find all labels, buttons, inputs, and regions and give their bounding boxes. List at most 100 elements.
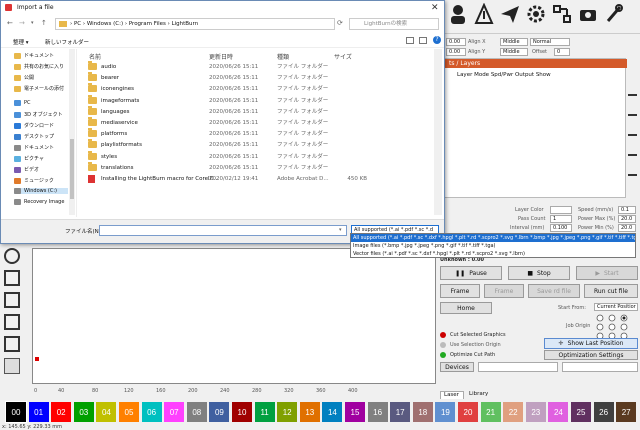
palette-swatch[interactable]: 22 (503, 402, 524, 422)
normal-select[interactable]: Normal (530, 38, 570, 46)
stop-button[interactable]: ■ Stop (508, 266, 570, 280)
start-from-select[interactable]: Current Positior (594, 303, 638, 311)
file-row[interactable]: imageformats 2020/06/26 15:11 ファイル フォルダー (88, 94, 346, 107)
align-bottom-icon[interactable] (628, 134, 637, 140)
nav-item[interactable]: ドキュメント (14, 52, 54, 59)
palette-swatch[interactable]: 26 (593, 402, 614, 422)
file-row[interactable]: iconengines 2020/06/26 15:11 ファイル フォルダー (88, 83, 346, 95)
file-type-option-vector[interactable]: Vector files (*.ai *.pdf *.sc *.dxf *.hp… (351, 250, 635, 257)
speed-field[interactable]: 0.1 (618, 206, 636, 214)
column-type[interactable]: 種類 (277, 52, 289, 61)
file-row[interactable]: mediaservice 2020/06/26 15:11 ファイル フォルダー (88, 117, 346, 129)
file-row[interactable]: platforms 2020/06/26 15:11 ファイル フォルダー (88, 128, 346, 140)
forward-icon[interactable]: → (19, 19, 25, 27)
palette-swatch[interactable]: 25 (571, 402, 591, 422)
nav-item[interactable]: 公開 (14, 74, 34, 81)
align-top-icon[interactable] (628, 94, 637, 100)
align-x-select[interactable]: Middle (500, 38, 528, 46)
file-row[interactable]: translations 2020/06/26 15:11 ファイル フォルダー (88, 161, 346, 174)
column-date[interactable]: 更新日時 (209, 52, 233, 61)
breadcrumb-drive[interactable]: Windows (C:) (87, 21, 123, 27)
filename-dropdown-icon[interactable]: ▾ (339, 227, 342, 233)
optimization-settings-button[interactable]: Optimization Settings (544, 350, 638, 360)
refresh-icon[interactable]: ⟳ (337, 19, 343, 27)
column-size[interactable]: サイズ (334, 52, 352, 61)
palette-swatch[interactable]: 06 (141, 402, 162, 422)
frame-button[interactable]: Frame (440, 284, 480, 298)
palette-swatch[interactable]: 21 (480, 402, 501, 422)
interval-field[interactable]: 0.100 (550, 224, 572, 232)
new-folder-button[interactable]: 新しいフォルダー (45, 38, 89, 46)
palette-swatch[interactable]: 05 (119, 402, 139, 422)
palette-swatch[interactable]: 11 (254, 402, 275, 422)
use-selection-origin-checkbox[interactable] (440, 342, 446, 348)
grid-tool-icon[interactable] (4, 358, 20, 374)
breadcrumb-lightburn[interactable]: LightBurn (172, 21, 199, 27)
nav-item[interactable]: Recovery Image (14, 199, 64, 205)
nav-item[interactable]: PC (14, 100, 31, 106)
preview-pane-icon[interactable] (419, 37, 427, 44)
nav-item[interactable]: 3D オブジェクト (14, 111, 63, 118)
file-row[interactable]: audio 2020/06/26 15:11 ファイル フォルダー (88, 61, 346, 73)
palette-swatch[interactable]: 02 (51, 402, 72, 422)
help-icon[interactable]: ? (433, 36, 441, 44)
nav-item[interactable]: 共有のお気に入り (14, 63, 64, 70)
stack-tool-icon[interactable] (4, 292, 20, 308)
nav-item[interactable]: ビデオ (14, 166, 39, 173)
palette-swatch[interactable]: 27 (616, 402, 637, 422)
nav-item[interactable]: 電子メールの添付 (14, 85, 64, 92)
show-last-position-button[interactable]: ✛ Show Last Position (544, 338, 638, 349)
workspace-canvas[interactable] (32, 248, 436, 384)
palette-swatch[interactable]: 04 (96, 402, 117, 422)
copy-tool-icon[interactable] (4, 270, 20, 286)
nav-scroll-thumb[interactable] (70, 139, 74, 199)
palette-swatch[interactable]: 14 (322, 402, 343, 422)
nav-item[interactable]: デスクトップ (14, 133, 54, 140)
palette-swatch[interactable]: 09 (209, 402, 230, 422)
nav-item[interactable]: ミュージック (14, 177, 54, 184)
palette-swatch[interactable]: 10 (232, 402, 252, 422)
up-icon[interactable]: ↑ (41, 19, 47, 27)
chevron-down-icon[interactable]: ▾ (31, 20, 34, 26)
breadcrumb-pc[interactable]: PC (74, 21, 81, 27)
start-button[interactable]: ▶ Start (576, 266, 638, 280)
file-row[interactable]: playlistformats 2020/06/26 15:11 ファイル フォルダ… (88, 139, 346, 151)
file-type-option-all[interactable]: All supported (*.ai *.pdf *.sc *.dxf *.h… (351, 234, 635, 242)
save-rd-button[interactable]: Save rd file (528, 284, 580, 298)
home-button[interactable]: Home (440, 302, 492, 314)
column-name[interactable]: 名前 (89, 52, 101, 61)
pass-count-field[interactable]: 1 (550, 215, 572, 223)
palette-swatch[interactable]: 23 (525, 402, 546, 422)
nodes-icon[interactable] (552, 3, 572, 25)
tab-library[interactable]: Library (466, 391, 490, 399)
filename-input[interactable] (99, 225, 347, 236)
laser-icon[interactable] (474, 3, 494, 25)
file-row[interactable]: Installing the LightBurn macro for Corel… (88, 174, 367, 185)
breadcrumb-program-files[interactable]: Program Files (129, 21, 166, 27)
value-field-1[interactable]: 0.00 (446, 38, 466, 46)
nav-item[interactable]: Windows (C:) (14, 188, 68, 194)
view-options-icon[interactable] (406, 37, 414, 44)
distribute-icon[interactable] (628, 154, 637, 160)
nav-item[interactable]: ドキュメント (14, 144, 54, 151)
breadcrumb[interactable]: › PC › Windows (C:) › Program Files › Li… (55, 18, 335, 30)
offset-field[interactable]: 0 (554, 48, 570, 56)
palette-swatch[interactable]: 18 (412, 402, 433, 422)
node-tool-icon[interactable] (4, 336, 20, 352)
device-select[interactable] (478, 362, 558, 372)
align-y-select[interactable]: Middle (500, 48, 528, 56)
nav-item[interactable]: ピクチャ (14, 155, 44, 162)
job-origin-grid[interactable] (596, 314, 632, 340)
port-select[interactable] (562, 362, 638, 372)
palette-swatch[interactable]: 00 (5, 401, 27, 423)
tab-laser[interactable]: Laser (440, 391, 464, 399)
palette-swatch[interactable]: 03 (73, 402, 94, 422)
back-icon[interactable]: ← (7, 19, 13, 27)
value-field-2[interactable]: 0.00 (446, 48, 466, 56)
close-icon[interactable]: ✕ (431, 3, 439, 13)
organize-button[interactable]: 整理 ▾ (13, 38, 29, 46)
palette-swatch[interactable]: 24 (548, 402, 569, 422)
camera-icon[interactable] (578, 3, 598, 25)
nav-scrollbar[interactable] (69, 49, 75, 215)
tools-icon[interactable] (604, 3, 624, 25)
